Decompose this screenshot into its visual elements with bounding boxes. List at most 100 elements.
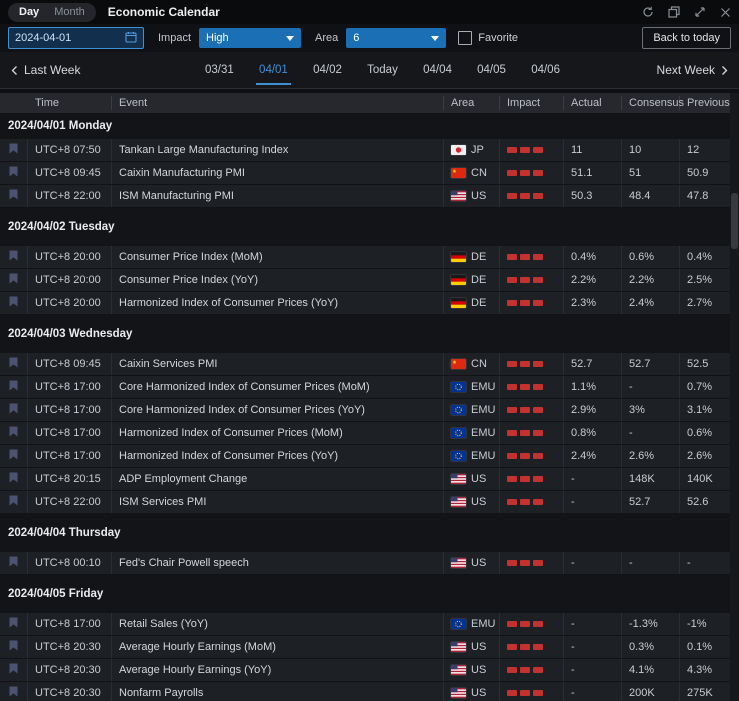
event-name: Caixin Services PMI <box>112 353 444 375</box>
event-actual: 2.2% <box>564 269 622 291</box>
chevron-down-icon <box>286 36 294 41</box>
chevron-down-icon <box>431 36 439 41</box>
bookmark-icon[interactable] <box>9 617 18 631</box>
popout-icon[interactable] <box>668 6 680 18</box>
us-flag-icon <box>451 474 466 484</box>
impact-dropdown[interactable]: High <box>199 28 301 48</box>
impact-bar <box>507 667 517 673</box>
week-day-list: 03/31 04/01 04/02 Today 04/04 04/05 04/06 <box>205 55 560 85</box>
vertical-scrollbar[interactable] <box>730 93 739 701</box>
bookmark-icon[interactable] <box>9 250 18 264</box>
impact-bar <box>507 277 517 283</box>
bookmark-icon[interactable] <box>9 426 18 440</box>
week-day-04-05[interactable]: 04/05 <box>477 55 506 85</box>
bookmark-icon[interactable] <box>9 495 18 509</box>
impact-bar <box>533 277 543 283</box>
refresh-icon[interactable] <box>642 6 654 18</box>
close-icon[interactable] <box>720 7 731 18</box>
event-row[interactable]: UTC+8 17:00Core Harmonized Index of Cons… <box>0 399 739 422</box>
last-week-button[interactable]: Last Week <box>10 63 80 77</box>
impact-bars-icon <box>507 254 543 260</box>
scrollbar-thumb[interactable] <box>731 193 738 249</box>
event-consensus: 52.7 <box>622 491 680 513</box>
bookmark-cell <box>0 491 28 513</box>
event-area: EMU <box>444 445 500 467</box>
bookmark-icon[interactable] <box>9 273 18 287</box>
event-row[interactable]: UTC+8 22:00ISM Services PMIUS-52.752.6 <box>0 491 739 514</box>
impact-bar <box>507 193 517 199</box>
event-consensus: 10 <box>622 139 680 161</box>
favorite-checkbox[interactable] <box>458 31 472 45</box>
bookmark-cell <box>0 613 28 635</box>
tab-day[interactable]: Day <box>19 6 39 18</box>
impact-bars-icon <box>507 430 543 436</box>
bookmark-icon[interactable] <box>9 357 18 371</box>
bookmark-icon[interactable] <box>9 556 18 570</box>
week-day-04-06[interactable]: 04/06 <box>531 55 560 85</box>
event-row[interactable]: UTC+8 20:00Harmonized Index of Consumer … <box>0 292 739 315</box>
event-impact <box>500 422 564 444</box>
event-time: UTC+8 20:15 <box>28 468 112 490</box>
event-actual: 52.7 <box>564 353 622 375</box>
event-row[interactable]: UTC+8 20:30Average Hourly Earnings (YoY)… <box>0 659 739 682</box>
event-row[interactable]: UTC+8 22:00ISM Manufacturing PMIUS50.348… <box>0 185 739 208</box>
bookmark-icon[interactable] <box>9 663 18 677</box>
expand-icon[interactable] <box>694 6 706 18</box>
bookmark-icon[interactable] <box>9 380 18 394</box>
event-consensus: 52.7 <box>622 353 680 375</box>
tab-month[interactable]: Month <box>54 6 85 18</box>
table-body: 2024/04/01 MondayUTC+8 07:50Tankan Large… <box>0 113 739 701</box>
bookmark-icon[interactable] <box>9 449 18 463</box>
event-impact <box>500 292 564 314</box>
impact-bar <box>533 476 543 482</box>
event-row[interactable]: UTC+8 20:00Consumer Price Index (MoM)DE0… <box>0 246 739 269</box>
week-day-today[interactable]: Today <box>367 55 398 85</box>
favorite-filter[interactable]: Favorite <box>458 31 518 45</box>
event-consensus: 2.4% <box>622 292 680 314</box>
week-day-04-04[interactable]: 04/04 <box>423 55 452 85</box>
area-dropdown[interactable]: 6 <box>346 28 446 48</box>
event-row[interactable]: UTC+8 20:30Nonfarm PayrollsUS-200K275K <box>0 682 739 701</box>
week-day-03-31[interactable]: 03/31 <box>205 55 234 85</box>
event-row[interactable]: UTC+8 07:50Tankan Large Manufacturing In… <box>0 139 739 162</box>
event-impact <box>500 376 564 398</box>
event-row[interactable]: UTC+8 20:15ADP Employment ChangeUS-148K1… <box>0 468 739 491</box>
back-to-today-button[interactable]: Back to today <box>642 27 731 49</box>
date-picker-input[interactable]: 2024-04-01 <box>8 27 144 49</box>
event-name: Core Harmonized Index of Consumer Prices… <box>112 376 444 398</box>
event-row[interactable]: UTC+8 17:00Harmonized Index of Consumer … <box>0 445 739 468</box>
event-row[interactable]: UTC+8 09:45Caixin Manufacturing PMICN51.… <box>0 162 739 185</box>
bookmark-icon[interactable] <box>9 686 18 700</box>
bookmark-icon[interactable] <box>9 143 18 157</box>
area-code: EMU <box>471 450 495 462</box>
event-impact <box>500 399 564 421</box>
bookmark-icon[interactable] <box>9 403 18 417</box>
bookmark-icon[interactable] <box>9 166 18 180</box>
bookmark-icon[interactable] <box>9 640 18 654</box>
event-impact <box>500 682 564 701</box>
event-row[interactable]: UTC+8 09:45Caixin Services PMICN52.752.7… <box>0 353 739 376</box>
event-row[interactable]: UTC+8 17:00Harmonized Index of Consumer … <box>0 422 739 445</box>
event-impact <box>500 613 564 635</box>
bookmark-icon[interactable] <box>9 296 18 310</box>
date-section-header: 2024/04/04 Thursday <box>0 514 739 552</box>
week-day-04-02[interactable]: 04/02 <box>313 55 342 85</box>
event-name: Nonfarm Payrolls <box>112 682 444 701</box>
event-time: UTC+8 17:00 <box>28 613 112 635</box>
bookmark-icon[interactable] <box>9 189 18 203</box>
impact-bar <box>520 499 530 505</box>
event-row[interactable]: UTC+8 20:00Consumer Price Index (YoY)DE2… <box>0 269 739 292</box>
event-row[interactable]: UTC+8 17:00Retail Sales (YoY)EMU--1.3%-1… <box>0 613 739 636</box>
header-cell-actual: Actual <box>564 96 622 110</box>
calendar-icon[interactable] <box>125 31 137 46</box>
next-week-button[interactable]: Next Week <box>657 63 729 77</box>
event-consensus: 3% <box>622 399 680 421</box>
event-consensus: 2.2% <box>622 269 680 291</box>
bookmark-icon[interactable] <box>9 472 18 486</box>
event-row[interactable]: UTC+8 17:00Core Harmonized Index of Cons… <box>0 376 739 399</box>
event-area: US <box>444 636 500 658</box>
event-row[interactable]: UTC+8 20:30Average Hourly Earnings (MoM)… <box>0 636 739 659</box>
week-day-04-01[interactable]: 04/01 <box>259 55 288 85</box>
event-row[interactable]: UTC+8 00:10Fed's Chair Powell speechUS--… <box>0 552 739 575</box>
area-code: US <box>471 557 486 569</box>
